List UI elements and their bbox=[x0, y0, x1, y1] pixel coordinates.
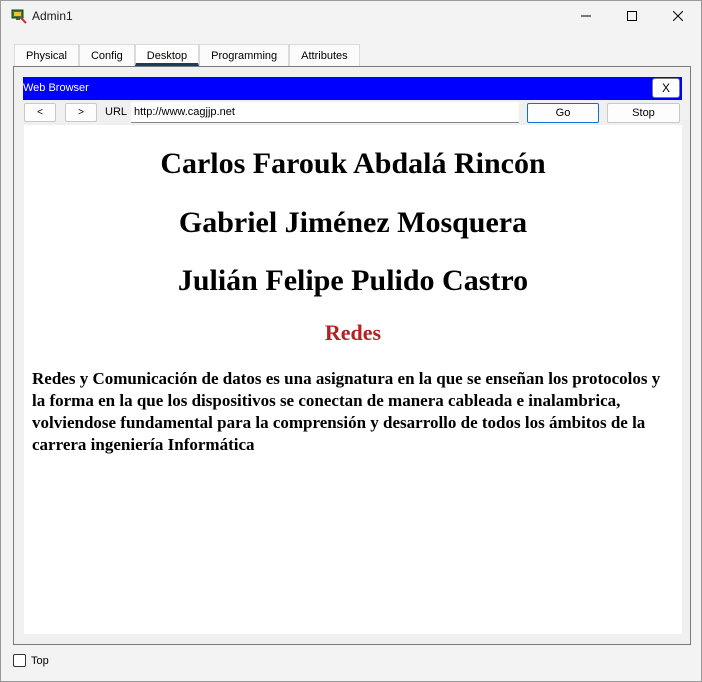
go-button[interactable]: Go bbox=[527, 103, 599, 123]
app-window: Admin1 Physical Config Desktop Programmi… bbox=[0, 0, 702, 682]
tab-desktop[interactable]: Desktop bbox=[134, 44, 200, 66]
web-browser-title: Web Browser bbox=[23, 82, 89, 94]
forward-button[interactable]: > bbox=[65, 103, 97, 122]
page-heading-name-1: Carlos Farouk Abdalá Rincón bbox=[160, 147, 546, 180]
web-browser-close-button[interactable]: X bbox=[652, 78, 680, 98]
tab-bar: Physical Config Desktop Programming Attr… bbox=[14, 44, 360, 66]
tab-physical[interactable]: Physical bbox=[14, 44, 79, 66]
minimize-icon bbox=[581, 15, 591, 17]
page-heading-name-3: Julián Felipe Pulido Castro bbox=[177, 264, 529, 297]
stop-button[interactable]: Stop bbox=[607, 103, 680, 123]
back-button[interactable]: < bbox=[24, 103, 56, 122]
maximize-button[interactable] bbox=[609, 1, 655, 31]
web-browser-header: Web Browser X bbox=[23, 77, 682, 100]
title-bar[interactable]: Admin1 bbox=[1, 1, 701, 32]
window-title: Admin1 bbox=[32, 9, 73, 23]
maximize-icon bbox=[627, 11, 637, 21]
browser-viewport: Carlos Farouk Abdalá Rincón Gabriel Jimé… bbox=[24, 125, 682, 634]
minimize-button[interactable] bbox=[563, 1, 609, 31]
page-heading-name-2: Gabriel Jiménez Mosquera bbox=[178, 206, 528, 239]
page-subtitle: Redes bbox=[324, 320, 382, 345]
tab-programming[interactable]: Programming bbox=[199, 44, 290, 66]
top-checkbox-label: Top bbox=[31, 655, 49, 667]
browser-nav-bar: < > URL Go Stop bbox=[24, 102, 682, 124]
url-input[interactable] bbox=[131, 102, 519, 123]
url-label: URL bbox=[105, 106, 128, 118]
tab-attributes[interactable]: Attributes bbox=[289, 44, 360, 66]
close-icon bbox=[673, 11, 683, 21]
desktop-panel: Web Browser X < > URL Go Stop Carlos Far… bbox=[13, 66, 691, 645]
tab-config[interactable]: Config bbox=[78, 44, 135, 66]
top-checkbox[interactable] bbox=[13, 654, 26, 667]
page-paragraph: Redes y Comunicación de datos es una asi… bbox=[32, 369, 661, 454]
packet-tracer-pc-icon bbox=[11, 8, 27, 24]
close-window-button[interactable] bbox=[655, 1, 701, 31]
